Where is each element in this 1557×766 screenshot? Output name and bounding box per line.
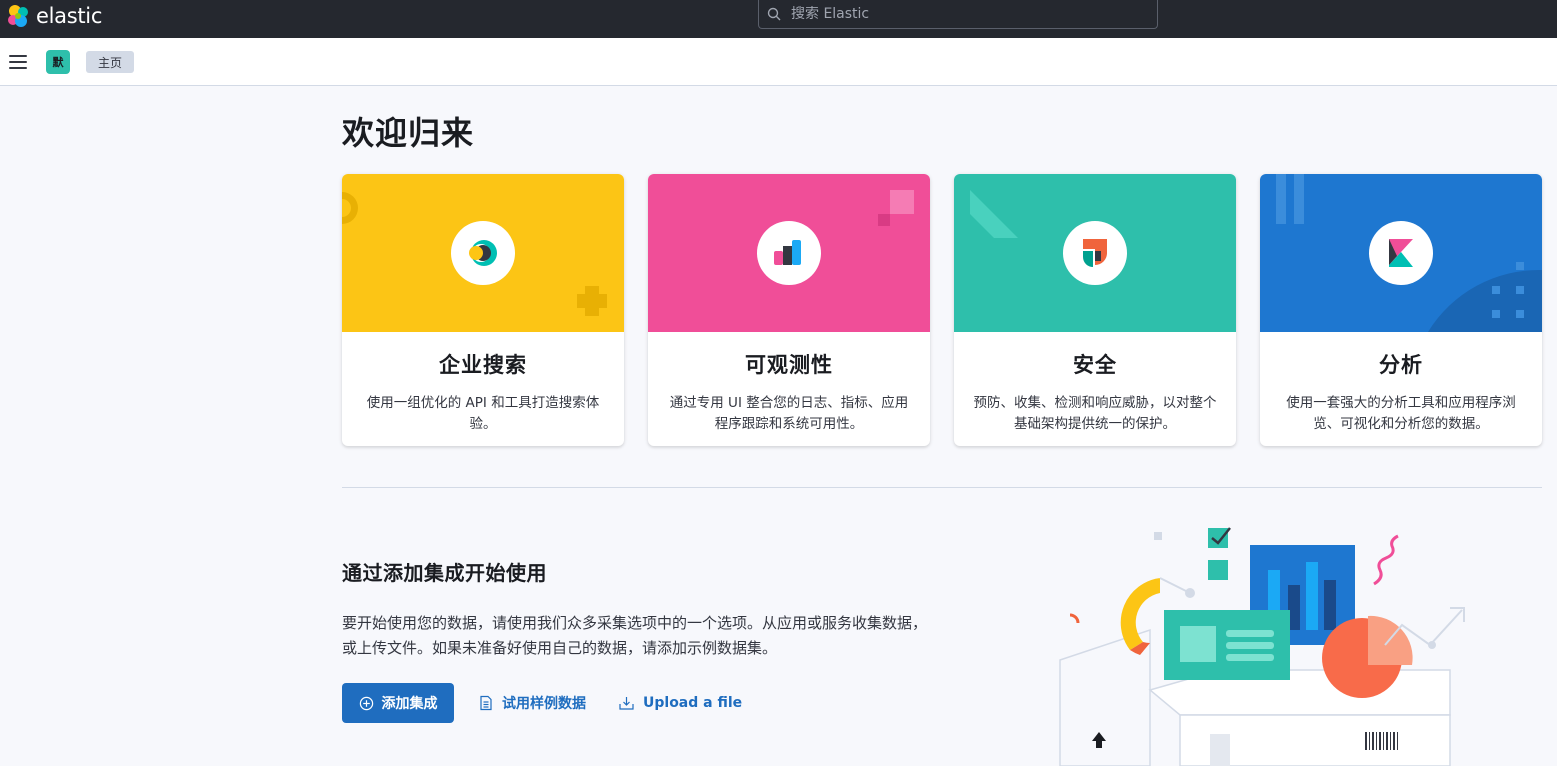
elastic-logo-icon [8, 5, 28, 27]
solution-card-enterprise-search[interactable]: 企业搜索 使用一组优化的 API 和工具打造搜索体验。 [342, 174, 624, 446]
card-title: 企业搜索 [439, 353, 527, 377]
card-banner [954, 174, 1236, 332]
analytics-icon [1369, 221, 1433, 285]
integrations-illustration [1059, 527, 1465, 766]
integrations-title: 通过添加集成开始使用 [342, 561, 547, 585]
upload-file-label: Upload a file [643, 695, 743, 711]
add-integrations-button[interactable]: 添加集成 [342, 683, 454, 723]
breadcrumb-home[interactable]: 主页 [86, 51, 135, 73]
try-sample-data-label: 试用样例数据 [502, 696, 586, 712]
card-title: 安全 [1073, 353, 1117, 377]
elastic-logo[interactable]: elastic [6, 3, 102, 29]
menu-icon[interactable] [9, 55, 27, 69]
solution-card-observability[interactable]: 可观测性 通过专用 UI 整合您的日志、指标、应用程序跟踪和系统可用性。 [648, 174, 930, 446]
add-integrations-label: 添加集成 [381, 696, 438, 712]
solution-card-analytics[interactable]: 分析 使用一套强大的分析工具和应用程序浏览、可视化和分析您的数据。 [1260, 174, 1542, 446]
card-banner [648, 174, 930, 332]
plus-circle-icon [359, 696, 373, 710]
enterprise-search-icon [451, 221, 515, 285]
section-divider [342, 487, 1542, 488]
search-input[interactable] [791, 6, 1131, 22]
card-banner [1260, 174, 1542, 332]
security-icon [1063, 221, 1127, 285]
upload-icon [619, 697, 634, 710]
top-header: elastic [0, 0, 1557, 38]
upload-file-link[interactable]: Upload a file [618, 692, 742, 714]
card-description: 通过专用 UI 整合您的日志、指标、应用程序跟踪和系统可用性。 [669, 395, 909, 432]
try-sample-data-link[interactable]: 试用样例数据 [478, 692, 586, 714]
logo-text: elastic [36, 4, 103, 28]
card-banner [342, 174, 624, 332]
card-title: 可观测性 [745, 353, 833, 377]
page-title: 欢迎归来 [342, 114, 475, 152]
card-title: 分析 [1379, 353, 1423, 377]
integrations-description: 要开始使用您的数据，请使用我们众多采集选项中的一个选项。从应用或服务收集数据，或… [342, 614, 928, 657]
document-icon [480, 695, 492, 711]
card-description: 使用一组优化的 API 和工具打造搜索体验。 [366, 395, 600, 432]
search-icon [767, 7, 781, 21]
global-search[interactable] [758, 0, 1158, 29]
card-description: 预防、收集、检测和响应威胁，以对整个基础架构提供统一的保护。 [973, 395, 1217, 432]
observability-icon [757, 221, 821, 285]
solution-card-security[interactable]: 安全 预防、收集、检测和响应威胁，以对整个基础架构提供统一的保护。 [954, 174, 1236, 446]
breadcrumb-bar [0, 38, 1557, 86]
space-avatar[interactable]: 默 [46, 50, 70, 74]
card-description: 使用一套强大的分析工具和应用程序浏览、可视化和分析您的数据。 [1286, 395, 1516, 432]
